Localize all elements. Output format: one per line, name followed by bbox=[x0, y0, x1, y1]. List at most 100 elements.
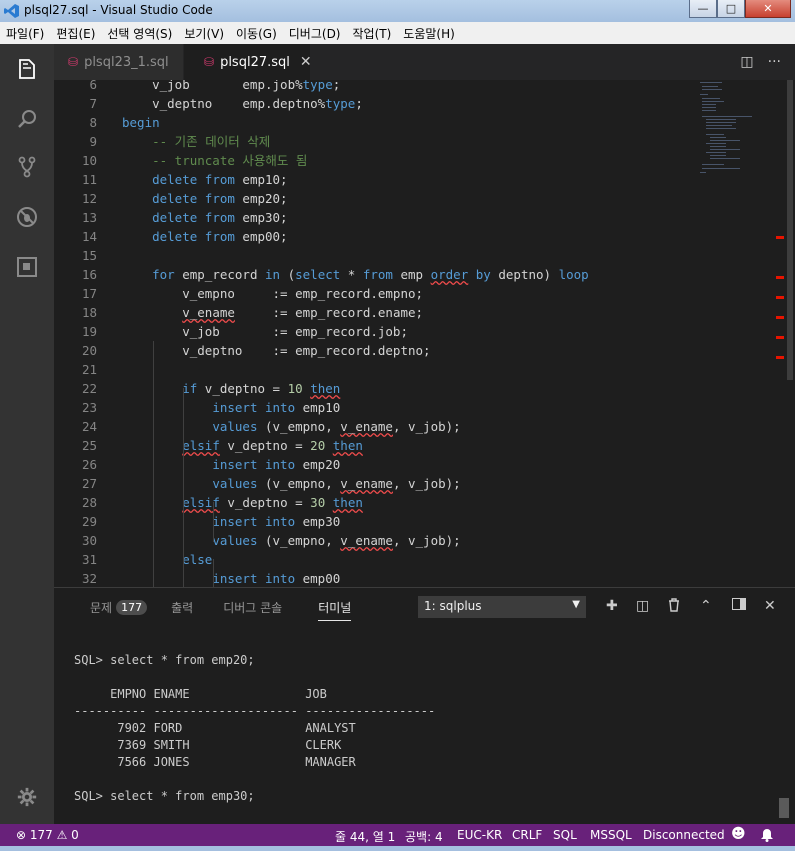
code-editor[interactable]: 6 7 8 9 10 11 12 13 14 15 16 17 18 19 20 21 22 23 24 25 26 27… bbox=[54, 80, 795, 587]
line-number: 24 bbox=[81, 419, 97, 434]
tab-terminal[interactable]: 터미널 bbox=[318, 599, 352, 621]
debug-icon[interactable] bbox=[0, 194, 54, 240]
code-line[interactable]: else bbox=[122, 550, 212, 569]
line-number-gutter: 6 7 8 9 10 11 12 13 14 15 16 17 18 19 20 21 22 23 24 25 26 27… bbox=[54, 80, 98, 587]
code-line[interactable]: v_deptno emp.deptno%type; bbox=[122, 94, 363, 113]
error-marker[interactable] bbox=[776, 276, 784, 279]
sql-dialect[interactable]: MSSQL bbox=[590, 828, 632, 842]
editor-tab-bar: ⛁ plsql23_1.sql ⛁ plsql27.sql ✕ ◫ ··· bbox=[54, 44, 795, 80]
code-line[interactable]: if v_deptno = 10 then bbox=[122, 379, 340, 398]
indent-guide bbox=[153, 341, 154, 587]
close-tab-icon[interactable]: ✕ bbox=[300, 54, 312, 70]
code-line[interactable]: for emp_record in (select * from emp ord… bbox=[122, 265, 589, 284]
extensions-icon[interactable] bbox=[0, 244, 54, 290]
line-number: 30 bbox=[81, 533, 97, 548]
more-actions-icon[interactable]: ··· bbox=[768, 54, 781, 70]
menu-file[interactable]: 파일(F) bbox=[0, 25, 50, 42]
errors-indicator[interactable]: ⊗ 177 ⚠ 0 bbox=[16, 828, 79, 842]
search-icon[interactable] bbox=[0, 96, 54, 142]
indent-guide bbox=[213, 559, 214, 587]
tab-problems[interactable]: 문제 177 bbox=[90, 599, 148, 616]
toggle-panel-position-icon[interactable] bbox=[732, 598, 746, 614]
smiley-feedback-icon[interactable]: ☻ bbox=[731, 826, 746, 842]
source-control-icon[interactable] bbox=[0, 144, 54, 190]
line-number: 12 bbox=[81, 191, 97, 206]
error-marker[interactable] bbox=[776, 336, 784, 339]
code-line[interactable]: -- truncate 사용해도 됨 bbox=[122, 151, 307, 170]
explorer-icon[interactable] bbox=[0, 46, 54, 92]
close-window-button[interactable]: ✕ bbox=[745, 0, 791, 18]
error-marker[interactable] bbox=[776, 296, 784, 299]
code-line[interactable]: begin bbox=[122, 113, 160, 132]
code-line[interactable]: insert into emp30 bbox=[122, 512, 340, 531]
connection-status[interactable]: Disconnected bbox=[643, 828, 725, 842]
new-terminal-icon[interactable]: ✚ bbox=[606, 598, 618, 614]
activity-bar bbox=[0, 44, 54, 824]
error-marker[interactable] bbox=[776, 316, 784, 319]
code-line[interactable]: v_job := emp_record.job; bbox=[122, 322, 408, 341]
notification-bell-icon[interactable] bbox=[760, 828, 774, 845]
menu-selection[interactable]: 선택 영역(S) bbox=[101, 25, 178, 42]
tab-label: plsql23_1.sql bbox=[84, 54, 169, 70]
line-number: 15 bbox=[81, 248, 97, 263]
encoding[interactable]: EUC-KR bbox=[457, 828, 502, 842]
code-line[interactable]: elsif v_deptno = 20 then bbox=[122, 436, 363, 455]
code-line[interactable]: values (v_empno, v_ename, v_job); bbox=[122, 474, 460, 493]
code-line[interactable]: insert into emp10 bbox=[122, 398, 340, 417]
menu-debug[interactable]: 디버그(D) bbox=[283, 25, 347, 42]
split-editor-icon[interactable]: ◫ bbox=[740, 54, 753, 70]
code-line[interactable]: delete from emp20; bbox=[122, 189, 287, 208]
terminal-select[interactable]: 1: sqlplus ▼ bbox=[418, 596, 586, 618]
tab-output[interactable]: 출력 bbox=[171, 599, 193, 616]
code-line[interactable]: v_deptno := emp_record.deptno; bbox=[122, 341, 430, 360]
code-line[interactable]: insert into emp20 bbox=[122, 455, 340, 474]
settings-gear-icon[interactable] bbox=[0, 774, 54, 820]
code-line[interactable]: values (v_empno, v_ename, v_job); bbox=[122, 417, 460, 436]
line-number: 26 bbox=[81, 457, 97, 472]
minimize-button[interactable]: — bbox=[689, 0, 717, 18]
line-number: 21 bbox=[81, 362, 97, 377]
line-number: 27 bbox=[81, 476, 97, 491]
maximize-panel-icon[interactable]: ⌃ bbox=[700, 598, 712, 614]
indentation-setting[interactable]: 공백: 4 bbox=[405, 828, 443, 845]
code-line[interactable]: delete from emp00; bbox=[122, 227, 287, 246]
tab-debug-console[interactable]: 디버그 콘솔 bbox=[223, 599, 282, 616]
language-mode[interactable]: SQL bbox=[553, 828, 577, 842]
tab-plsql27[interactable]: ⛁ plsql27.sql ✕ bbox=[184, 44, 312, 80]
end-of-line[interactable]: CRLF bbox=[512, 828, 542, 842]
code-line[interactable]: elsif v_deptno = 30 then bbox=[122, 493, 363, 512]
editor-scrollbar-thumb[interactable] bbox=[787, 80, 793, 380]
code-line[interactable]: -- 기존 데이터 삭제 bbox=[122, 132, 270, 151]
menu-tasks[interactable]: 작업(T) bbox=[347, 25, 398, 42]
terminal-line: ---------- -------------------- --------… bbox=[74, 704, 436, 718]
code-line[interactable]: v_ename := emp_record.ename; bbox=[122, 303, 423, 322]
database-file-icon: ⛁ bbox=[68, 55, 79, 69]
line-number: 28 bbox=[81, 495, 97, 510]
code-line[interactable]: v_empno := emp_record.empno; bbox=[122, 284, 423, 303]
menu-view[interactable]: 보기(V) bbox=[178, 25, 230, 42]
maximize-button[interactable]: □ bbox=[717, 0, 745, 18]
kill-terminal-icon[interactable] bbox=[668, 598, 680, 616]
line-number: 32 bbox=[81, 571, 97, 586]
code-line[interactable]: insert into emp00 bbox=[122, 569, 340, 587]
split-terminal-icon[interactable]: ◫ bbox=[636, 598, 649, 614]
menu-help[interactable]: 도움말(H) bbox=[397, 25, 461, 42]
cursor-position[interactable]: 줄 44, 열 1 bbox=[335, 828, 395, 845]
code-line[interactable]: delete from emp10; bbox=[122, 170, 287, 189]
line-number: 9 bbox=[89, 134, 97, 149]
menu-edit[interactable]: 편집(E) bbox=[50, 25, 101, 42]
problems-count-badge: 177 bbox=[116, 599, 148, 615]
error-marker[interactable] bbox=[776, 356, 784, 359]
terminal-scrollbar-thumb[interactable] bbox=[779, 798, 789, 818]
code-line[interactable]: values (v_empno, v_ename, v_job); bbox=[122, 531, 460, 550]
terminal-line: EMPNO ENAME JOB bbox=[74, 687, 327, 701]
window-title: plsql27.sql - Visual Studio Code bbox=[24, 3, 213, 17]
code-line[interactable]: delete from emp30; bbox=[122, 208, 287, 227]
minimap[interactable] bbox=[696, 80, 776, 180]
menu-go[interactable]: 이동(G) bbox=[230, 25, 283, 42]
close-panel-icon[interactable]: ✕ bbox=[764, 598, 776, 614]
error-marker[interactable] bbox=[776, 236, 784, 239]
tab-plsql23-1[interactable]: ⛁ plsql23_1.sql bbox=[54, 44, 183, 80]
terminal-select-value: 1: sqlplus bbox=[424, 599, 482, 613]
code-line[interactable]: v_job emp.job%type; bbox=[122, 80, 340, 94]
